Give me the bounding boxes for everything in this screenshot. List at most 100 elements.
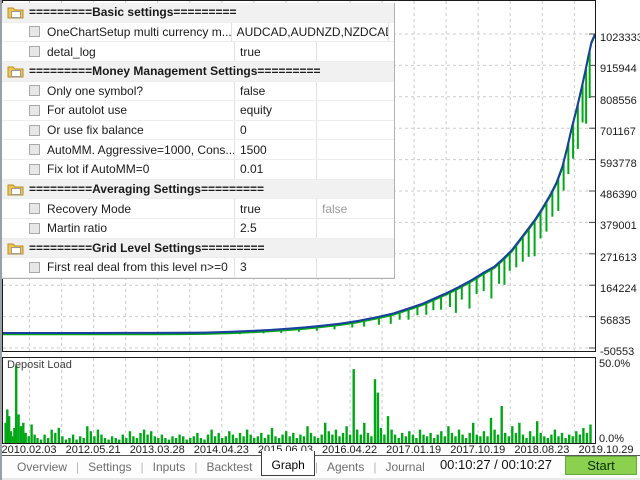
tab-settings[interactable]: Settings	[79, 457, 140, 477]
deposit-load-bar	[118, 439, 121, 443]
tab-journal[interactable]: Journal	[376, 457, 433, 477]
input-param-row[interactable]: Martin ratio 2.5	[2, 218, 394, 239]
input-param-row[interactable]: Fix lot if AutoMM=0 0.01	[2, 160, 394, 180]
param-value[interactable]: true	[234, 199, 316, 218]
param-checkbox[interactable]	[29, 144, 40, 156]
deposit-load-bar	[210, 429, 213, 443]
deposit-load-bar	[93, 436, 96, 443]
deposit-load-bar	[486, 436, 489, 443]
param-name: Fix lot if AutoMM=0	[47, 162, 150, 177]
param-extra-value	[316, 140, 394, 159]
param-value[interactable]: 3	[234, 258, 316, 277]
param-extra-value	[316, 258, 394, 277]
param-value[interactable]: equity	[234, 101, 316, 120]
deposit-load-bar	[174, 438, 178, 443]
deposit-load-bar	[370, 436, 373, 443]
deposit-load-bar	[461, 434, 464, 443]
deposit-load-bar	[334, 429, 338, 443]
deposit-load-bar	[89, 431, 92, 443]
input-param-row[interactable]: Recovery Mode true false	[2, 199, 394, 219]
deposit-load-bar	[457, 429, 461, 443]
deposit-load-bar	[575, 431, 578, 443]
input-param-row[interactable]: Or use fix balance 0	[2, 120, 394, 141]
param-checkbox[interactable]	[29, 85, 40, 97]
param-extra-value	[316, 218, 394, 238]
deposit-load-bar	[277, 438, 281, 443]
input-group-row[interactable]: =========Averaging Settings=========	[2, 179, 394, 200]
param-extra-value	[316, 81, 394, 101]
deposit-load-bar	[306, 426, 309, 443]
deposit-load-bar	[135, 438, 139, 443]
param-checkbox[interactable]	[29, 163, 40, 175]
deposit-load-bar	[536, 421, 539, 443]
param-value[interactable]: 0.01	[234, 160, 316, 179]
param-value[interactable]: 2.5	[234, 218, 316, 238]
start-button[interactable]: Start	[565, 456, 637, 475]
deposit-load-bar	[68, 438, 71, 443]
input-group-row[interactable]: =========Money Management Settings======…	[2, 61, 394, 82]
group-label: =========Grid Level Settings=========	[29, 240, 265, 255]
deposit-load-bar	[393, 434, 397, 443]
tab-backtest[interactable]: Backtest	[197, 457, 261, 477]
elapsed-time: 00:10:27 / 00:10:27	[439, 457, 552, 472]
deposit-load-bar	[532, 436, 535, 443]
param-value[interactable]: 0	[234, 120, 316, 140]
param-value[interactable]: false	[234, 81, 316, 101]
deposit-load-bar	[302, 436, 306, 443]
tab-graph[interactable]: Graph	[261, 451, 315, 476]
deposit-load-bar	[500, 406, 503, 443]
deposit-load-bar	[557, 436, 560, 443]
group-label: =========Averaging Settings=========	[29, 181, 265, 196]
y-axis-label: 379001	[600, 220, 637, 233]
deposit-load-bar	[299, 434, 302, 443]
deposit-load-bar	[213, 436, 217, 443]
param-checkbox[interactable]	[29, 124, 40, 136]
folder-icon	[7, 66, 24, 78]
input-param-row[interactable]: Only one symbol? false	[2, 81, 394, 102]
input-param-row[interactable]: OneChartSetup multi currency m... AUDCAD,…	[2, 22, 394, 43]
deposit-load-bar	[75, 439, 78, 443]
deposit-load-bar	[504, 432, 507, 443]
tab-overview[interactable]: Overview	[8, 457, 76, 477]
deposit-load-bar	[114, 438, 117, 443]
deposit-load-bar	[125, 438, 128, 443]
param-value[interactable]: 1500	[234, 140, 316, 159]
deposit-load-bar	[356, 429, 359, 443]
param-name: First real deal from this level n>=0	[47, 260, 228, 275]
deposit-load-bar	[386, 416, 390, 443]
deposit-load-bar	[27, 436, 30, 443]
param-checkbox[interactable]	[29, 46, 40, 58]
deposit-load-bar	[189, 438, 192, 443]
y-axis-label: 593778	[600, 157, 637, 170]
input-group-row[interactable]: =========Basic settings=========	[2, 3, 394, 23]
y-axis-label: 486390	[600, 189, 637, 201]
deposit-load-bar	[295, 438, 298, 443]
tab-inputs[interactable]: Inputs	[144, 457, 195, 477]
deposit-load-bar	[110, 436, 114, 443]
param-checkbox[interactable]	[29, 261, 40, 273]
param-checkbox[interactable]	[29, 26, 40, 38]
input-param-row[interactable]: For autolot use equity	[2, 101, 394, 121]
deposit-load-bar	[425, 436, 429, 443]
deposit-load-bar	[132, 436, 135, 443]
deposit-load-bar	[43, 434, 46, 443]
input-param-row[interactable]: detal_log true	[2, 42, 394, 62]
deposit-load-bar	[196, 432, 199, 443]
tab-agents[interactable]: Agents	[318, 457, 373, 477]
deposit-load-bar	[150, 431, 153, 443]
input-group-row[interactable]: =========Grid Level Settings=========	[2, 238, 394, 259]
param-name: detal_log	[47, 44, 96, 59]
deposit-load-bar	[397, 438, 400, 443]
y-axis-label: 701167	[600, 126, 636, 139]
param-value[interactable]: true	[234, 42, 316, 61]
deposit-load-bar	[199, 438, 203, 443]
param-checkbox[interactable]	[29, 203, 40, 215]
input-param-row[interactable]: First real deal from this level n>=0 3	[2, 258, 394, 278]
param-checkbox[interactable]	[29, 222, 40, 234]
deposit-load-bar	[404, 436, 407, 443]
param-name: For autolot use	[47, 103, 128, 118]
param-value[interactable]: AUDCAD,AUDNZD,NZDCAD	[230, 22, 388, 42]
param-checkbox[interactable]	[29, 104, 40, 116]
deposit-load-bar	[100, 434, 103, 443]
input-param-row[interactable]: AutoMM. Aggressive=1000, Cons... 1500	[2, 140, 394, 160]
